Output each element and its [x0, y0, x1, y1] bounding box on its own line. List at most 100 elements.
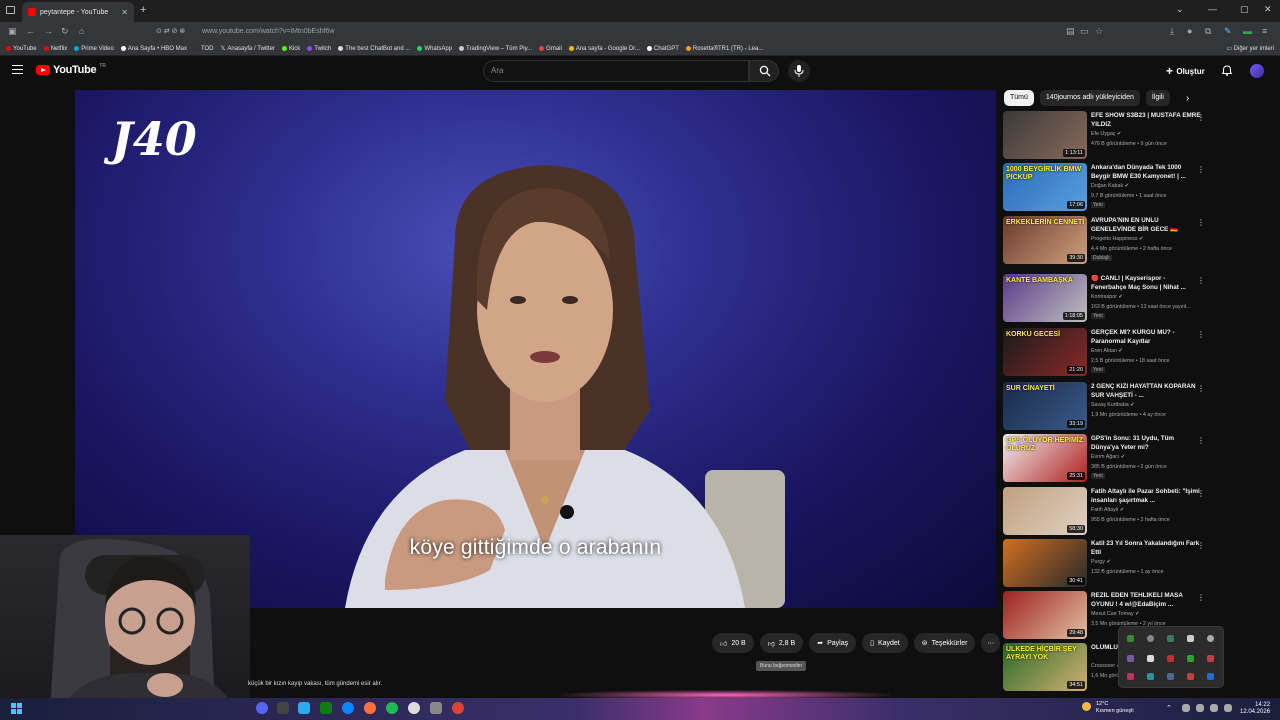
bookmark-item[interactable]: TOD — [193, 46, 214, 52]
more-options-icon[interactable]: ⋮ — [1197, 165, 1205, 174]
bluetooth-icon[interactable] — [1207, 673, 1214, 680]
chevron-right-icon[interactable]: › — [1186, 93, 1189, 104]
like-button[interactable]: 👍︎ 20 B — [712, 633, 754, 653]
create-button[interactable]: + Oluştur — [1166, 64, 1205, 78]
battery-icon[interactable] — [1224, 704, 1232, 712]
tray-app-icon[interactable] — [1207, 635, 1214, 642]
video-thumbnail[interactable]: ERKEKLERİN CENNETİ 39:30 — [1003, 216, 1087, 264]
bookmark-item[interactable]: Ana sayfa - Google Dr... — [568, 46, 640, 52]
tray-app-icon[interactable] — [1187, 673, 1194, 680]
thanks-button[interactable]: ⊜ Teşekkürler — [913, 633, 976, 653]
video-thumbnail[interactable]: SUR CİNAYETİ 33:19 — [1003, 382, 1087, 430]
telegram-icon[interactable] — [298, 702, 310, 714]
bookmark-star-icon[interactable]: ☆ — [1095, 26, 1103, 37]
video-title[interactable]: REZİL EDEN TEHLİKELİ MASA OYUNU ! 4 w/@E… — [1091, 592, 1201, 609]
more-options-icon[interactable]: ⋮ — [1197, 489, 1205, 498]
forward-icon[interactable]: → — [44, 26, 53, 36]
browser-tab[interactable]: peytantepe - YouTube ✕ — [22, 2, 134, 22]
close-tab-icon[interactable]: ✕ — [121, 8, 128, 17]
extension-green-icon[interactable]: ▬ — [1243, 26, 1252, 36]
tray-app-icon[interactable] — [1207, 655, 1214, 662]
close-window-button[interactable]: ✕ — [1264, 4, 1272, 15]
xbox-icon[interactable] — [320, 702, 332, 714]
channel-name[interactable]: Evrim Ağacı ✔ — [1091, 454, 1125, 460]
extension-icon[interactable]: ● — [1187, 26, 1192, 36]
youtube-logo[interactable]: YouTube TR — [36, 63, 106, 76]
obs-icon[interactable] — [408, 702, 420, 714]
video-thumbnail[interactable]: KORKU GECESİ 21:20 — [1003, 328, 1087, 376]
video-thumbnail[interactable]: 1000 BEYGİRLİK BMW PICKUP 17:06 — [1003, 163, 1087, 211]
video-thumbnail[interactable]: 29:48 — [1003, 591, 1087, 639]
tab-search-icon[interactable]: ⌄ — [1176, 4, 1184, 15]
more-options-icon[interactable]: ⋮ — [1197, 593, 1205, 602]
channel-name[interactable]: Doğan Kabak ✔ — [1091, 183, 1129, 189]
video-player[interactable]: J40 köye gittiğimde o arabanın — [75, 90, 996, 608]
share-button[interactable]: ➦ Paylaş — [809, 633, 857, 653]
bookmark-item[interactable]: Gmail — [539, 46, 562, 52]
channel-name[interactable]: Progetto Happiness ✔ — [1091, 236, 1143, 242]
translate-icon[interactable]: ▤ — [1066, 26, 1075, 37]
maximize-button[interactable]: ▢ — [1240, 4, 1249, 15]
video-title[interactable]: AVRUPA'NIN EN ÜNLÜ GENELEVİNDE BİR GECE … — [1091, 217, 1201, 234]
recommendation-item[interactable]: 1:13:11 EFE SHOW S3B23 | MUSTAFA EMRE YIL… — [1003, 111, 1205, 159]
browser-menu-icon[interactable]: ≡ — [1262, 26, 1267, 36]
video-title[interactable]: GERÇEK Mİ? KURGU MU? - Paranormal Kayıtl… — [1091, 329, 1201, 346]
tray-icon[interactable] — [1182, 704, 1190, 712]
site-info-icon[interactable]: ⊙ ⇄ ⊘ ⊗ — [156, 25, 185, 39]
channel-name[interactable]: Crossover ✔ — [1091, 663, 1121, 669]
sidebar-toggle-icon[interactable] — [6, 6, 15, 14]
video-thumbnail[interactable]: 58:30 — [1003, 487, 1087, 535]
tray-app-icon[interactable] — [1147, 673, 1154, 680]
recommendation-item[interactable]: GPS ÖLÜYOR HEPİMİZ ÖLÜRÜZ 25:31 GPS'in Son… — [1003, 434, 1205, 482]
more-options-icon[interactable]: ⋮ — [1197, 384, 1205, 393]
bookmark-item[interactable]: The best ChatBot and ... — [338, 46, 410, 52]
tray-app-icon[interactable] — [1147, 655, 1154, 662]
video-thumbnail[interactable]: 30:41 — [1003, 539, 1087, 587]
reload-icon[interactable]: ↻ — [61, 26, 69, 37]
bookmark-item[interactable]: YouTube — [6, 46, 37, 52]
video-title[interactable]: Ankara'dan Dünyada Tek 1000 Beygir BMW E… — [1091, 164, 1201, 181]
channel-name[interactable]: Savaş Kurtbaba ✔ — [1091, 402, 1135, 408]
more-options-icon[interactable]: ⋮ — [1197, 436, 1205, 445]
search-button[interactable] — [749, 60, 779, 82]
tray-app-icon[interactable] — [1127, 635, 1134, 642]
channel-name[interactable]: Purgy ✔ — [1091, 559, 1111, 565]
bookmark-item[interactable]: 𝕏 Anasayfa / Twitter — [221, 45, 275, 53]
bookmark-item[interactable]: WhatsApp — [417, 46, 452, 52]
tray-app-icon[interactable] — [1127, 655, 1134, 662]
tray-app-icon[interactable] — [1127, 673, 1134, 680]
channel-name[interactable]: Mesut Can Tomay ✔ — [1091, 611, 1140, 617]
bookmark-item[interactable]: Rosetta®TR1 (TR) - Lea... — [685, 46, 763, 52]
discord-icon[interactable] — [256, 702, 268, 714]
windows-start-icon[interactable] — [11, 703, 22, 714]
video-title[interactable]: EFE SHOW S3B23 | MUSTAFA EMRE YILDIZ — [1091, 112, 1201, 129]
dislike-button[interactable]: 👎︎ 2,8 B — [759, 633, 804, 653]
video-thumbnail[interactable]: KANTE BAMBAŞKA 1:18:05 — [1003, 274, 1087, 322]
video-title[interactable]: 🔴 CANLI | Kayserispor - Fenerbahçe Maç S… — [1091, 275, 1201, 292]
video-title[interactable]: Katil 23 Yıl Sonra Yakalandığını Fark Et… — [1091, 540, 1201, 557]
recommendation-item[interactable]: 30:41 Katil 23 Yıl Sonra Yakalandığını Fa… — [1003, 539, 1205, 587]
tray-app-icon[interactable] — [1167, 635, 1174, 642]
notifications-bell-icon[interactable] — [1222, 65, 1232, 76]
recommendation-item[interactable]: 1000 BEYGİRLİK BMW PICKUP 17:06 Ankara'dan… — [1003, 163, 1205, 211]
bookmark-item[interactable]: Prime Video — [74, 46, 114, 52]
bookmark-item[interactable]: TradingView – Tüm Piy... — [459, 46, 532, 52]
hamburger-menu-icon[interactable] — [12, 65, 23, 74]
video-thumbnail[interactable]: 1:13:11 — [1003, 111, 1087, 159]
more-options-icon[interactable]: ⋮ — [1197, 218, 1205, 227]
other-bookmarks-folder[interactable]: ▭ Diğer yer imleri — [1226, 45, 1274, 52]
tray-app-icon[interactable] — [1187, 655, 1194, 662]
more-options-icon[interactable]: ⋮ — [1197, 330, 1205, 339]
extension-blue-icon[interactable]: ✎ — [1224, 26, 1232, 37]
channel-name[interactable]: Eren Aktan ✔ — [1091, 348, 1123, 354]
tray-app-icon[interactable] — [1167, 673, 1174, 680]
chip-related[interactable]: İlgili — [1145, 90, 1170, 106]
volume-icon[interactable] — [1210, 704, 1218, 712]
spotify-icon[interactable] — [386, 702, 398, 714]
home-icon[interactable]: ⌂ — [79, 26, 84, 36]
tray-app-icon[interactable] — [1147, 635, 1154, 642]
chip-from-uploader[interactable]: 140journos adlı yükleyiciden — [1039, 90, 1140, 106]
video-thumbnail[interactable]: GPS ÖLÜYOR HEPİMİZ ÖLÜRÜZ 25:31 — [1003, 434, 1087, 482]
puzzle-icon[interactable]: ⧉ — [1205, 26, 1211, 37]
recommendation-item[interactable]: 58:30 Fatih Altaylı ile Pazar Sohbeti: "İ… — [1003, 487, 1205, 535]
